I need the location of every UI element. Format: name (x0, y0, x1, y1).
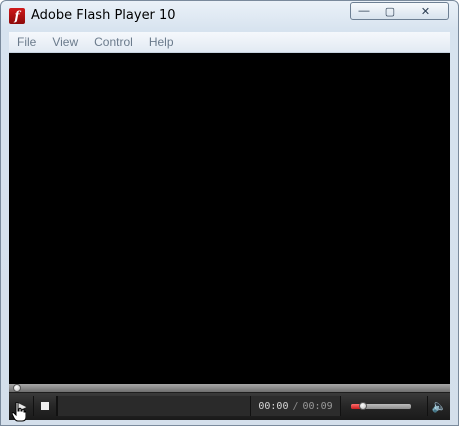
title-bar[interactable]: f Adobe Flash Player 10 — ▢ ✕ (1, 1, 458, 31)
seek-bar[interactable] (9, 384, 450, 392)
total-time: 00:09 (302, 400, 333, 412)
close-button[interactable]: ✕ (403, 2, 449, 20)
control-bar: ▶ 00:00 / 00:09 🔈 (9, 393, 450, 420)
time-separator: / (292, 400, 299, 412)
stop-icon (41, 402, 49, 410)
video-stage[interactable] (9, 53, 450, 384)
flash-player-icon: f (9, 8, 25, 24)
buffer-area (57, 396, 250, 416)
maximize-icon: ▢ (384, 5, 396, 18)
flash-player-window: f Adobe Flash Player 10 — ▢ ✕ File View … (0, 0, 459, 426)
maximize-button[interactable]: ▢ (377, 2, 404, 20)
minimize-button[interactable]: — (350, 2, 378, 20)
menu-control[interactable]: Control (86, 35, 141, 49)
volume-slider[interactable] (345, 402, 415, 410)
time-display: 00:00 / 00:09 (250, 396, 341, 416)
player-controls: ▶ 00:00 / 00:09 🔈 (9, 384, 450, 420)
current-time: 00:00 (258, 400, 289, 412)
stop-button[interactable] (34, 396, 57, 416)
menu-help[interactable]: Help (141, 35, 182, 49)
mute-button[interactable]: 🔈 (427, 396, 450, 416)
speaker-icon: 🔈 (431, 399, 447, 413)
play-icon: ▶ (17, 400, 27, 413)
close-icon: ✕ (420, 5, 431, 18)
menu-bar: File View Control Help (9, 32, 450, 53)
volume-handle[interactable] (359, 402, 367, 410)
seek-handle[interactable] (13, 384, 21, 392)
menu-view[interactable]: View (44, 35, 86, 49)
play-button[interactable]: ▶ (11, 396, 34, 416)
minimize-icon: — (358, 5, 370, 17)
window-title: Adobe Flash Player 10 (31, 8, 176, 23)
menu-file[interactable]: File (9, 35, 44, 49)
